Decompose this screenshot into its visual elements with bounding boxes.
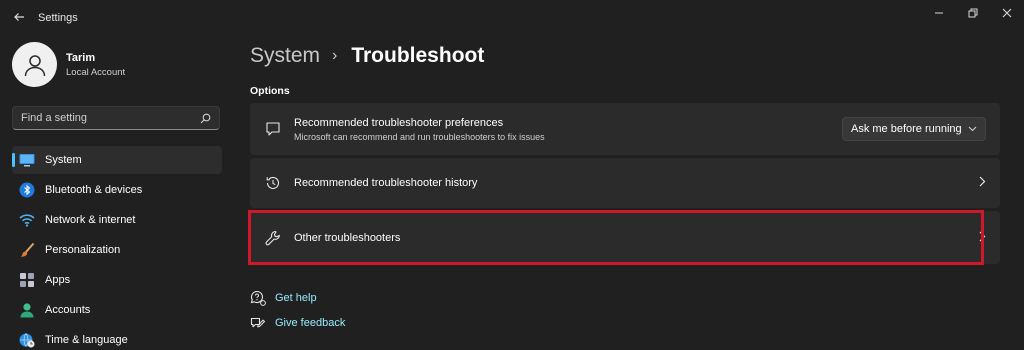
- bluetooth-icon: [18, 181, 36, 199]
- system-monitor-icon: [18, 151, 36, 169]
- troubleshooter-preference-dropdown[interactable]: Ask me before running: [842, 117, 986, 141]
- sidebar-item-label: System: [45, 154, 82, 166]
- page-title: Troubleshoot: [351, 44, 485, 67]
- app-title: Settings: [38, 12, 78, 24]
- minimize-button[interactable]: [922, 0, 956, 26]
- sidebar-item-label: Apps: [45, 274, 71, 286]
- breadcrumb-system-link[interactable]: System: [250, 44, 320, 68]
- breadcrumb-separator: ›: [332, 47, 338, 64]
- chat-bubble-icon: [264, 120, 282, 138]
- brush-icon: [18, 241, 36, 259]
- profile-name: Tarim: [66, 51, 96, 64]
- sidebar-item-label: Accounts: [45, 304, 91, 316]
- title-bar: Settings: [0, 0, 1024, 36]
- window-controls: [922, 0, 1024, 26]
- card-title: Recommended troubleshooter history: [294, 177, 478, 189]
- sidebar-item-label: Network & internet: [45, 214, 136, 226]
- sidebar-nav: System Bluetooth & devices Network & int…: [12, 146, 222, 350]
- card-title: Recommended troubleshooter preferences: [294, 116, 504, 129]
- search-icon[interactable]: [199, 112, 211, 124]
- sidebar-item-bluetooth[interactable]: Bluetooth & devices: [12, 176, 222, 204]
- sidebar-item-apps[interactable]: Apps: [12, 266, 222, 294]
- sidebar-item-system[interactable]: System: [12, 146, 222, 174]
- avatar: [12, 42, 57, 87]
- sidebar-item-label: Bluetooth & devices: [45, 184, 143, 196]
- sidebar-item-network[interactable]: Network & internet: [12, 206, 222, 234]
- history-icon: [264, 174, 282, 192]
- card-troubleshooter-history[interactable]: Recommended troubleshooter history: [250, 158, 1000, 208]
- restore-icon: [968, 8, 978, 18]
- chevron-down-icon: [968, 124, 977, 134]
- sidebar-item-label: Personalization: [45, 244, 121, 256]
- sidebar-item-accounts[interactable]: Accounts: [12, 296, 222, 324]
- close-icon: [1002, 8, 1012, 18]
- chevron-right-icon: [979, 231, 986, 245]
- breadcrumb: System › Troubleshoot: [250, 44, 484, 68]
- restore-button[interactable]: [956, 0, 990, 26]
- chevron-right-icon: [979, 176, 986, 190]
- card-troubleshooter-preferences: Recommended troubleshooter preferences M…: [250, 103, 1000, 155]
- sidebar-item-personalization[interactable]: Personalization: [12, 236, 222, 264]
- give-feedback-label: Give feedback: [275, 317, 346, 329]
- user-profile[interactable]: Tarim Local Account: [12, 42, 125, 87]
- get-help-link[interactable]: Get help: [250, 286, 345, 310]
- wrench-icon: [264, 229, 282, 247]
- accounts-icon: [18, 301, 36, 319]
- card-title: Other troubleshooters: [294, 231, 401, 244]
- search-input[interactable]: [21, 112, 199, 124]
- back-button[interactable]: [8, 6, 30, 28]
- user-icon: [24, 54, 45, 76]
- sidebar-item-time-language[interactable]: Time & language: [12, 326, 222, 350]
- give-feedback-link[interactable]: Give feedback: [250, 311, 345, 335]
- apps-icon: [18, 271, 36, 289]
- card-other-troubleshooters[interactable]: Other troubleshooters: [250, 211, 1000, 264]
- minimize-icon: [935, 12, 943, 14]
- help-links: Get help Give feedback: [250, 286, 345, 336]
- globe-clock-icon: [18, 331, 36, 349]
- sidebar-item-label: Time & language: [45, 334, 128, 346]
- card-description: Microsoft can recommend and run troubles…: [294, 131, 545, 142]
- close-button[interactable]: [990, 0, 1024, 26]
- dropdown-value: Ask me before running: [851, 123, 962, 135]
- back-arrow-icon: [14, 13, 24, 21]
- section-heading-options: Options: [250, 85, 290, 97]
- wifi-icon: [18, 211, 36, 229]
- search-box[interactable]: [12, 106, 220, 130]
- get-help-label: Get help: [275, 292, 317, 304]
- help-chat-icon: [250, 290, 266, 306]
- account-type: Local Account: [66, 66, 126, 78]
- feedback-icon: [250, 315, 266, 331]
